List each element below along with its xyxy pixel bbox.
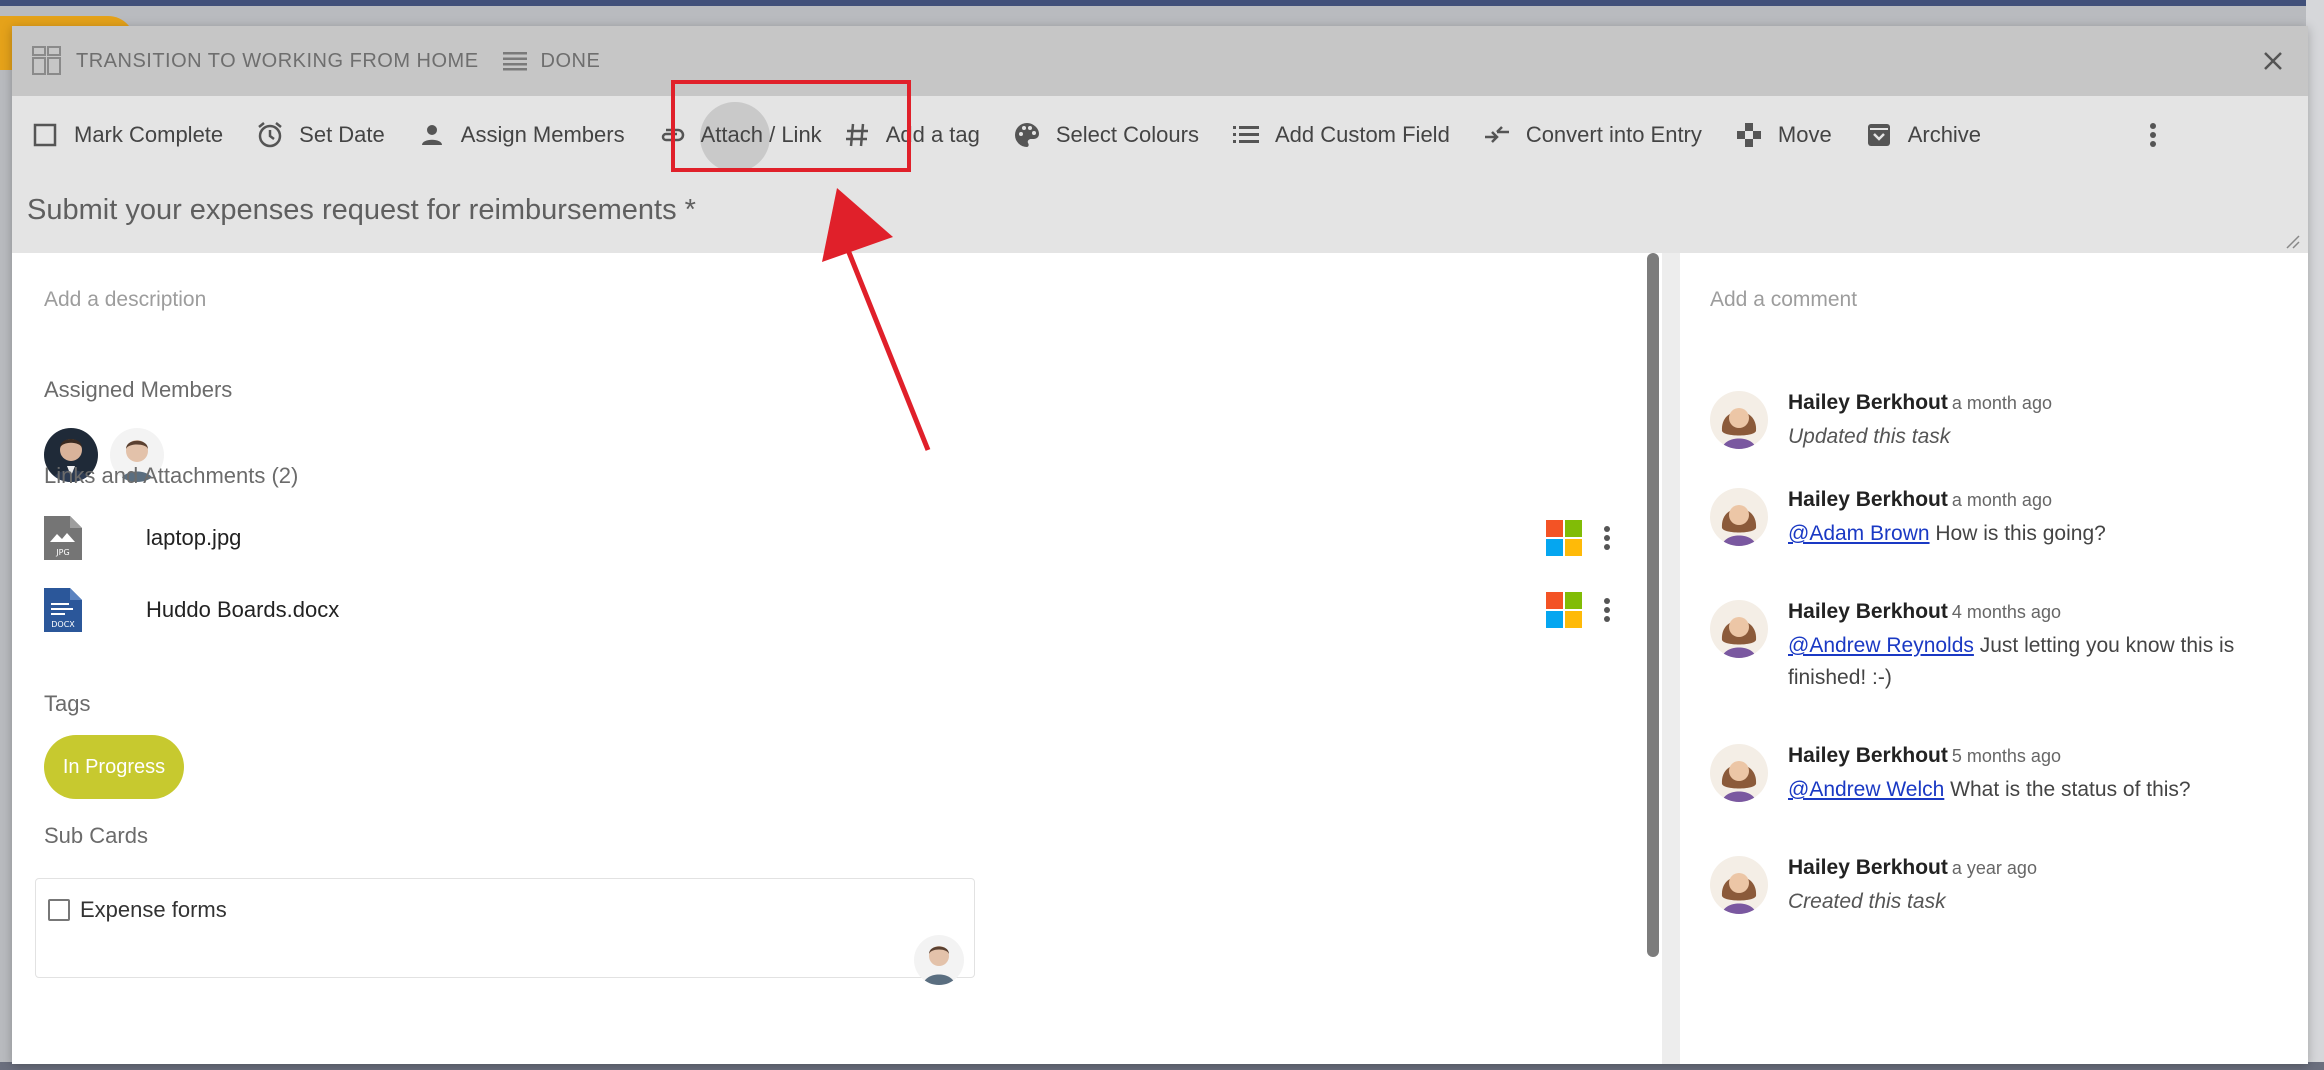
convert-into-entry-button[interactable]: Convert into Entry bbox=[1482, 120, 1702, 150]
comment-author-line: Hailey Berkhout 4 months ago bbox=[1788, 600, 2061, 624]
avatar[interactable] bbox=[1710, 744, 1768, 802]
dialog-content: Add a description Assigned Members Links… bbox=[12, 253, 2308, 1064]
breadcrumb-list[interactable]: DONE bbox=[502, 49, 601, 73]
attachment-name[interactable]: Huddo Boards.docx bbox=[146, 597, 339, 623]
close-icon[interactable] bbox=[2260, 48, 2286, 74]
mention-link[interactable]: @Adam Brown bbox=[1788, 522, 1930, 545]
archive-label: Archive bbox=[1907, 122, 1982, 147]
checkbox-outline-icon bbox=[30, 120, 60, 150]
subcard-checkbox[interactable] bbox=[48, 899, 70, 921]
convert-into-entry-label: Convert into Entry bbox=[1525, 122, 1702, 147]
comment-time: a month ago bbox=[1951, 490, 2052, 510]
comment-text: Updated this task bbox=[1788, 425, 1951, 448]
resize-grip-icon[interactable] bbox=[2284, 233, 2300, 249]
assign-members-label: Assign Members bbox=[460, 122, 625, 147]
add-custom-field-label: Add Custom Field bbox=[1274, 122, 1450, 147]
comment-author-line: Hailey Berkhout a year ago bbox=[1788, 856, 2037, 880]
card-toolbar: Mark Complete Set Date Assign Members At… bbox=[12, 96, 2308, 174]
mention-link[interactable]: @Andrew Reynolds bbox=[1788, 634, 1974, 657]
attachment-name[interactable]: laptop.jpg bbox=[146, 525, 241, 551]
comment-body: What is the status of this? bbox=[1944, 778, 2191, 801]
avatar[interactable] bbox=[1710, 391, 1768, 449]
comment-body: How is this going? bbox=[1929, 522, 2106, 545]
avatar[interactable] bbox=[1710, 856, 1768, 914]
comment-time: 4 months ago bbox=[1951, 602, 2061, 622]
subcard-label[interactable]: Expense forms bbox=[80, 897, 227, 923]
attachments-heading: Links and Attachments (2) bbox=[44, 463, 299, 488]
attachment-menu-icon[interactable] bbox=[1592, 595, 1622, 625]
jpg-file-icon: JPG bbox=[44, 516, 82, 560]
list-icon bbox=[1231, 120, 1261, 150]
comments-pane: Add a comment Hailey Berkhout a month ago… bbox=[1680, 253, 2308, 1064]
comment-text: Created this task bbox=[1788, 890, 1946, 913]
microsoft-office-icon[interactable] bbox=[1546, 592, 1582, 628]
comment-author: Hailey Berkhout bbox=[1788, 856, 1948, 879]
breadcrumb-board-label: TRANSITION TO WORKING FROM HOME bbox=[76, 49, 479, 72]
person-icon bbox=[417, 120, 447, 150]
convert-arrows-icon bbox=[1482, 120, 1512, 150]
card-dialog: TRANSITION TO WORKING FROM HOME DONE Mar… bbox=[12, 26, 2308, 1064]
move-label: Move bbox=[1777, 122, 1832, 147]
app-top-bar bbox=[0, 0, 2324, 6]
pane-divider bbox=[1662, 253, 1680, 1064]
card-title[interactable]: Submit your expenses request for reimbur… bbox=[27, 194, 696, 227]
comment-author: Hailey Berkhout bbox=[1788, 391, 1948, 414]
avatar[interactable] bbox=[1710, 600, 1768, 658]
description-input[interactable]: Add a description bbox=[44, 288, 206, 312]
attachment-row[interactable]: JPG laptop.jpg bbox=[44, 513, 1644, 563]
breadcrumb-board[interactable]: TRANSITION TO WORKING FROM HOME bbox=[32, 46, 479, 76]
archive-box-icon bbox=[1864, 120, 1894, 150]
attachment-menu-icon[interactable] bbox=[1592, 523, 1622, 553]
background-right-strip bbox=[2306, 0, 2324, 1070]
comment-author: Hailey Berkhout bbox=[1788, 600, 1948, 623]
move-button[interactable]: Move bbox=[1734, 120, 1832, 150]
assigned-members-heading: Assigned Members bbox=[44, 377, 233, 402]
comment-time: a year ago bbox=[1951, 858, 2037, 878]
comment-input[interactable]: Add a comment bbox=[1710, 288, 1857, 312]
more-options-icon[interactable] bbox=[2138, 120, 2168, 150]
dialog-header: TRANSITION TO WORKING FROM HOME DONE bbox=[12, 26, 2308, 96]
archive-button[interactable]: Archive bbox=[1864, 120, 1981, 150]
comment-author-line: Hailey Berkhout a month ago bbox=[1788, 488, 2052, 512]
svg-text:DOCX: DOCX bbox=[51, 620, 75, 629]
svg-text:JPG: JPG bbox=[55, 548, 69, 557]
comment-text: @Adam Brown How is this going? bbox=[1788, 518, 2308, 550]
card-details-pane: Add a description Assigned Members Links… bbox=[12, 253, 1659, 1064]
assign-members-button[interactable]: Assign Members bbox=[417, 120, 625, 150]
mark-complete-button[interactable]: Mark Complete bbox=[30, 120, 223, 150]
subcard-item[interactable]: Expense forms bbox=[35, 878, 975, 985]
comment-text: @Andrew Welch What is the status of this… bbox=[1788, 774, 2308, 806]
comment-author-line: Hailey Berkhout a month ago bbox=[1788, 391, 2052, 415]
comment-author-line: Hailey Berkhout 5 months ago bbox=[1788, 744, 2061, 768]
avatar[interactable] bbox=[1710, 488, 1768, 546]
docx-file-icon: DOCX bbox=[44, 588, 82, 632]
mark-complete-label: Mark Complete bbox=[74, 122, 224, 147]
subcards-heading: Sub Cards bbox=[44, 823, 148, 848]
board-icon bbox=[32, 46, 61, 75]
tags-heading: Tags bbox=[44, 691, 91, 716]
set-date-button[interactable]: Set Date bbox=[255, 120, 385, 150]
add-custom-field-button[interactable]: Add Custom Field bbox=[1231, 120, 1450, 150]
breadcrumb-list-label: DONE bbox=[540, 49, 601, 72]
annotation-highlight-box bbox=[671, 80, 911, 172]
mention-link[interactable]: @Andrew Welch bbox=[1788, 778, 1944, 801]
avatar[interactable] bbox=[914, 935, 964, 985]
comment-text: @Andrew Reynolds Just letting you know t… bbox=[1788, 630, 2308, 694]
set-date-label: Set Date bbox=[299, 122, 385, 147]
select-colours-label: Select Colours bbox=[1055, 122, 1199, 147]
comment-time: a month ago bbox=[1951, 393, 2052, 413]
attachment-row[interactable]: DOCX Huddo Boards.docx bbox=[44, 585, 1644, 635]
select-colours-button[interactable]: Select Colours bbox=[1012, 120, 1199, 150]
comment-author: Hailey Berkhout bbox=[1788, 488, 1948, 511]
comment-time: 5 months ago bbox=[1951, 746, 2061, 766]
details-scrollbar[interactable] bbox=[1647, 253, 1659, 957]
palette-icon bbox=[1012, 120, 1042, 150]
move-arrows-icon bbox=[1734, 120, 1764, 150]
toolbar-area: Mark Complete Set Date Assign Members At… bbox=[12, 96, 2308, 253]
tag-in-progress[interactable]: In Progress bbox=[44, 735, 184, 799]
list-lines-icon bbox=[502, 52, 527, 71]
alarm-clock-icon bbox=[255, 120, 285, 150]
microsoft-office-icon[interactable] bbox=[1546, 520, 1582, 556]
comment-author: Hailey Berkhout bbox=[1788, 744, 1948, 767]
